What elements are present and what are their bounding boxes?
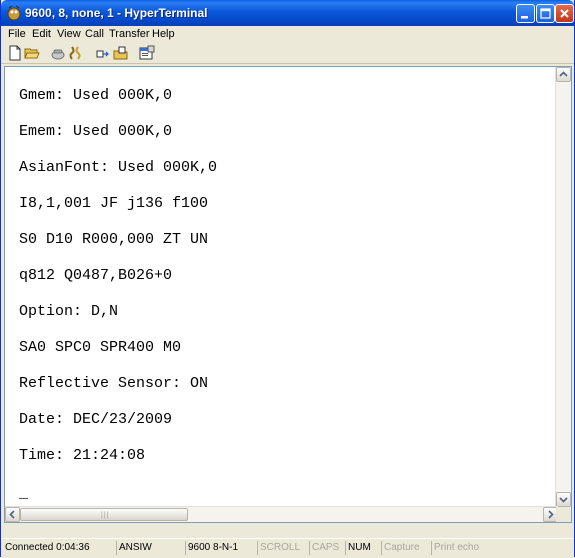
terminal-line: SA0 SPC0 SPR400 M0 bbox=[19, 339, 182, 356]
call-icon[interactable] bbox=[50, 45, 66, 61]
menu-edit[interactable]: Edit bbox=[32, 28, 51, 40]
menu-transfer[interactable]: Transfer bbox=[109, 28, 150, 40]
window-title: 9600, 8, none, 1 - HyperTerminal bbox=[25, 6, 208, 20]
properties-icon[interactable] bbox=[139, 45, 155, 61]
terminal-line: Reflective Sensor: ON bbox=[19, 375, 209, 392]
menu-help[interactable]: Help bbox=[152, 28, 175, 40]
terminal-screen[interactable]: Gmem: Used 000K,0 Emem: Used 000K,0 Asia… bbox=[5, 67, 558, 507]
vertical-scrollbar[interactable] bbox=[555, 67, 571, 507]
horizontal-scroll-thumb[interactable]: ||| bbox=[20, 508, 188, 521]
title-bar[interactable]: 9600, 8, none, 1 - HyperTerminal bbox=[1, 0, 574, 26]
terminal-line: Gmem: Used 000K,0 bbox=[19, 87, 173, 104]
terminal-line: AsianFont: Used 000K,0 bbox=[19, 159, 218, 176]
scroll-up-button[interactable] bbox=[556, 67, 571, 82]
terminal-line: q812 Q0487,B026+0 bbox=[19, 267, 173, 284]
hyperterminal-app-icon[interactable] bbox=[6, 5, 22, 21]
status-print-echo: Print echo bbox=[431, 541, 491, 555]
grip-icon: ||| bbox=[101, 512, 110, 519]
open-folder-icon[interactable] bbox=[24, 45, 40, 61]
arrow-left-icon bbox=[9, 510, 15, 519]
menu-call[interactable]: Call bbox=[85, 28, 104, 40]
terminal-line: Time: 21:24:08 bbox=[19, 447, 146, 464]
maximize-icon bbox=[540, 8, 551, 19]
status-caps: CAPS bbox=[309, 541, 343, 555]
disconnect-icon[interactable] bbox=[67, 45, 83, 61]
status-connected: Connected 0:04:36 bbox=[5, 542, 90, 553]
menu-file[interactable]: File bbox=[8, 28, 26, 40]
status-capture: Capture bbox=[381, 541, 429, 555]
send-file-icon[interactable] bbox=[95, 45, 111, 61]
status-scroll: SCROLL bbox=[257, 541, 307, 555]
menu-bar: File Edit View Call Transfer Help bbox=[1, 26, 574, 43]
horizontal-scrollbar[interactable]: ||| bbox=[5, 506, 558, 522]
new-document-icon[interactable] bbox=[7, 45, 23, 61]
status-num: NUM bbox=[345, 541, 379, 555]
minimize-icon bbox=[521, 16, 528, 19]
maximize-button[interactable] bbox=[536, 4, 555, 23]
toolbar bbox=[1, 43, 574, 64]
scroll-down-button[interactable] bbox=[556, 492, 571, 507]
status-bar: Connected 0:04:36 ANSIW 9600 8-N-1 SCROL… bbox=[1, 538, 574, 558]
terminal-line: Date: DEC/23/2009 bbox=[19, 411, 173, 428]
terminal-frame: Gmem: Used 000K,0 Emem: Used 000K,0 Asia… bbox=[4, 66, 572, 523]
hyperterminal-window: 9600, 8, none, 1 - HyperTerminal File Ed… bbox=[0, 0, 575, 558]
terminal-line: Option: D,N bbox=[19, 303, 119, 320]
terminal-line: Emem: Used 000K,0 bbox=[19, 123, 173, 140]
terminal-line: S0 D10 R000,000 ZT UN bbox=[19, 231, 209, 248]
receive-file-icon[interactable] bbox=[113, 45, 129, 61]
scroll-left-button[interactable] bbox=[5, 507, 20, 522]
menu-view[interactable]: View bbox=[57, 28, 81, 40]
terminal-cursor: _ bbox=[19, 485, 29, 502]
status-settings: 9600 8-N-1 bbox=[185, 541, 255, 555]
terminal-line: I8,1,001 JF j136 f100 bbox=[19, 195, 209, 212]
close-icon bbox=[560, 9, 569, 18]
arrow-down-icon bbox=[559, 497, 568, 503]
close-button[interactable] bbox=[555, 4, 574, 23]
status-emulation: ANSIW bbox=[116, 541, 182, 555]
scrollbar-corner bbox=[556, 507, 571, 522]
arrow-up-icon bbox=[559, 71, 568, 77]
minimize-button[interactable] bbox=[516, 4, 535, 23]
